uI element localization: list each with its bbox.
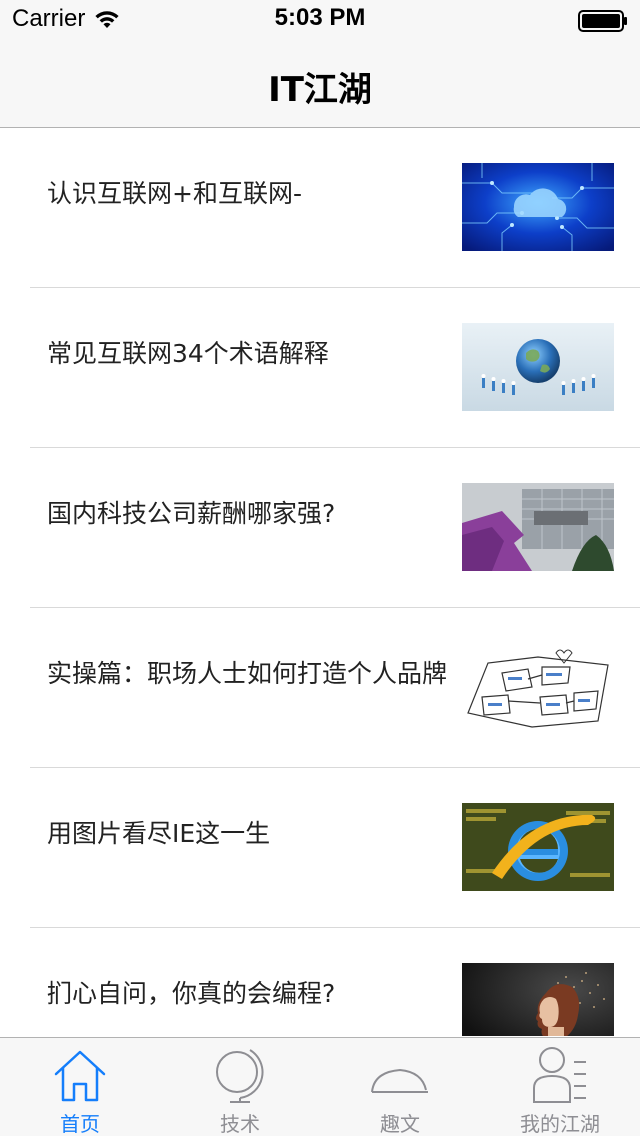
app-screen: Carrier 5:03 PM IT江湖 认识互联网+和互联网- 常见互联网34… — [0, 0, 640, 1136]
page-title: IT江湖 — [268, 70, 372, 110]
woman-profile-image — [462, 963, 614, 1036]
news-item-title: 用图片看尽IE这一生 — [47, 819, 271, 848]
news-item[interactable]: 实操篇：职场人士如何打造个人品牌 — [30, 608, 640, 768]
news-item-title: 常见互联网34个术语解释 — [47, 339, 329, 368]
tab-my-jianghu[interactable]: 我的江湖 — [480, 1038, 640, 1136]
globe-network-image — [462, 323, 614, 411]
news-item-title: 国内科技公司薪酬哪家强? — [47, 499, 336, 528]
tab-articles[interactable]: 趣文 — [320, 1038, 480, 1136]
ie-logo-image — [462, 803, 614, 891]
tab-tech[interactable]: 技术 — [160, 1038, 320, 1136]
tab-label: 我的江湖 — [520, 1112, 600, 1136]
news-item[interactable]: 扪心自问，你真的会编程? — [30, 928, 640, 1036]
battery-icon — [578, 10, 627, 32]
tab-bar: 首页 技术 趣文 我的江湖 — [0, 1037, 640, 1136]
yahoo-building-image — [462, 483, 614, 571]
tab-label: 首页 — [60, 1112, 100, 1136]
news-item-title: 认识互联网+和互联网- — [47, 179, 302, 208]
sketch-diagram-image — [462, 643, 614, 731]
news-item[interactable]: 认识互联网+和互联网- — [30, 128, 640, 288]
top-bar: Carrier 5:03 PM IT江湖 — [0, 0, 640, 128]
tab-label: 技术 — [220, 1112, 260, 1136]
news-item[interactable]: 用图片看尽IE这一生 — [30, 768, 640, 928]
circuit-cloud-image — [462, 163, 614, 251]
news-list[interactable]: 认识互联网+和互联网- 常见互联网34个术语解释 国内科技公司薪酬哪家强? 实操… — [0, 128, 640, 1036]
news-item[interactable]: 国内科技公司薪酬哪家强? — [30, 448, 640, 608]
status-time: 5:03 PM — [274, 4, 366, 31]
news-item[interactable]: 常见互联网34个术语解释 — [30, 288, 640, 448]
tab-home[interactable]: 首页 — [0, 1038, 160, 1136]
news-item-title: 扪心自问，你真的会编程? — [47, 979, 336, 1008]
user-list-icon — [533, 1047, 586, 1103]
status-bar: Carrier 5:03 PM — [0, 0, 640, 40]
tab-label: 趣文 — [380, 1112, 420, 1136]
home-icon — [54, 1050, 106, 1102]
news-item-title: 实操篇：职场人士如何打造个人品牌 — [47, 659, 448, 688]
globe-icon — [216, 1049, 264, 1103]
hat-icon — [371, 1068, 428, 1093]
